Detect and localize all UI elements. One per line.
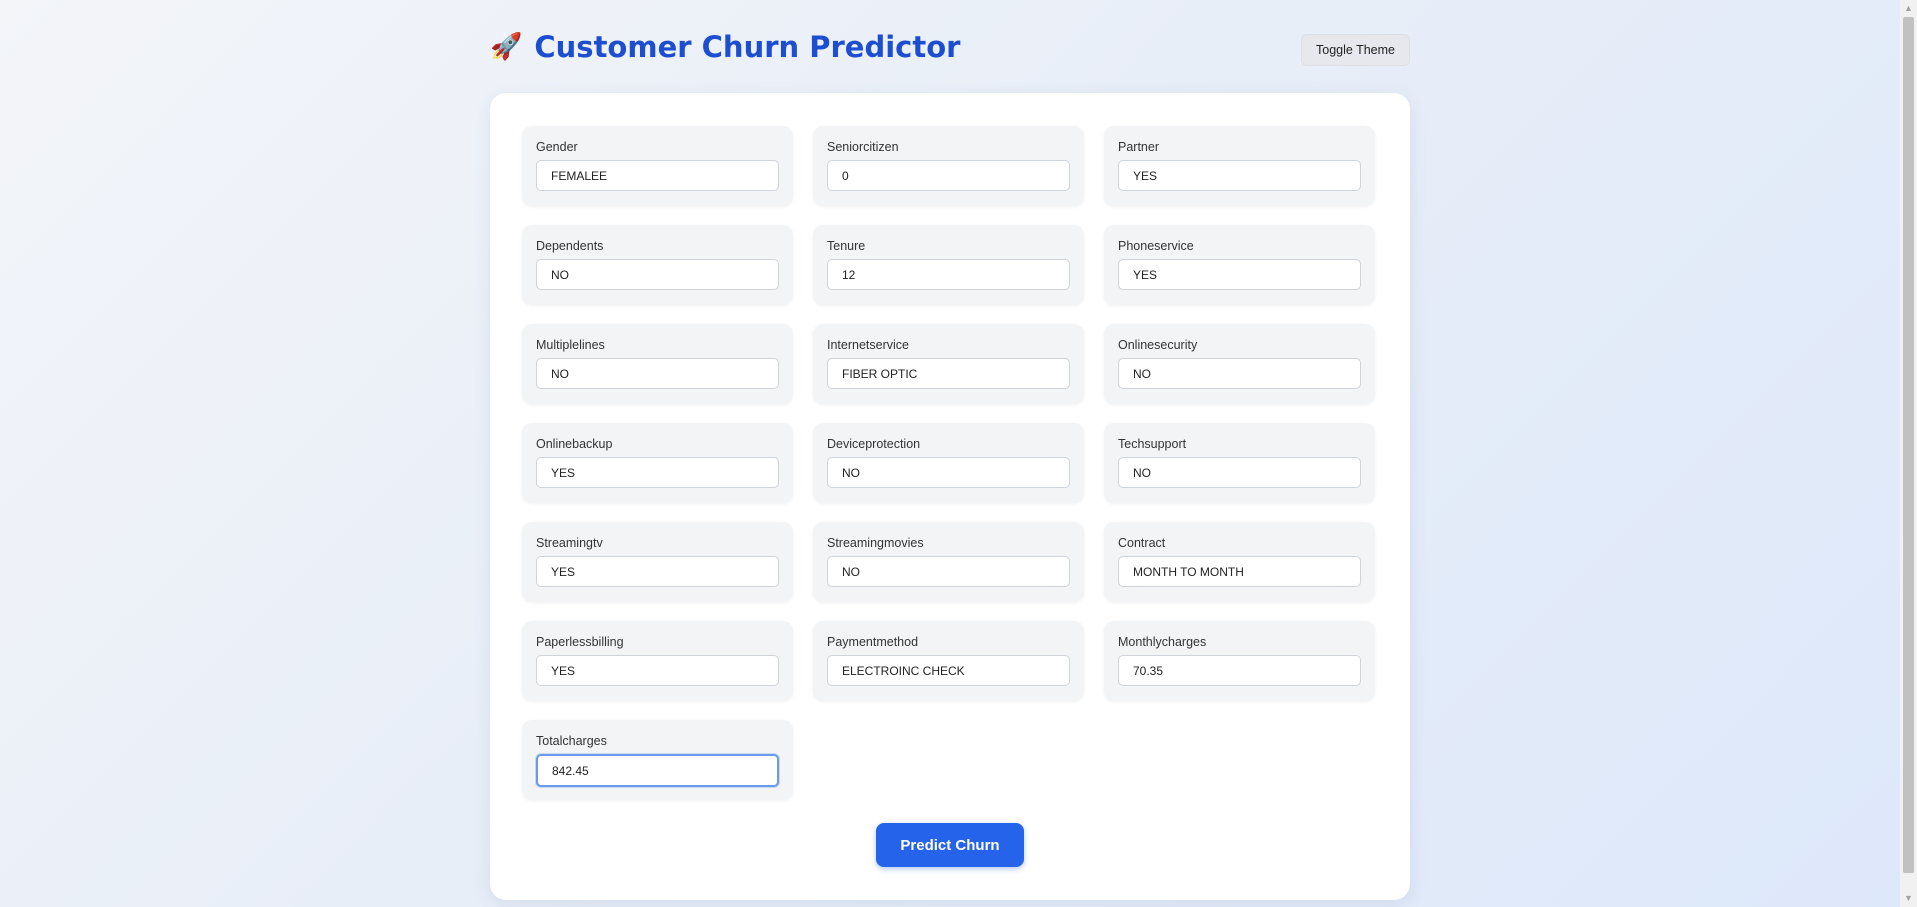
seniorcitizen-input[interactable]: [827, 160, 1070, 191]
field-label: Paperlessbilling: [536, 635, 624, 649]
predict-churn-button[interactable]: Predict Churn: [876, 823, 1024, 867]
onlinesecurity-input[interactable]: [1118, 358, 1361, 389]
field-streamingtv: Streamingtv: [522, 522, 793, 602]
field-label: Onlinebackup: [536, 437, 613, 451]
streamingtv-input[interactable]: [536, 556, 779, 587]
vertical-scrollbar[interactable]: ▲ ▼: [1900, 0, 1917, 907]
field-monthlycharges: Monthlycharges: [1104, 621, 1375, 701]
page-title: 🚀 Customer Churn Predictor: [490, 30, 960, 64]
internetservice-input[interactable]: [827, 358, 1070, 389]
field-totalcharges: Totalcharges: [522, 720, 793, 800]
form-card: Gender Seniorcitizen Partner Dependents …: [490, 93, 1410, 900]
field-label: Dependents: [536, 239, 604, 253]
field-dependents: Dependents: [522, 225, 793, 305]
field-label: Totalcharges: [536, 734, 607, 748]
multiplelines-input[interactable]: [536, 358, 779, 389]
partner-input[interactable]: [1118, 160, 1361, 191]
field-deviceprotection: Deviceprotection: [813, 423, 1084, 503]
dependents-input[interactable]: [536, 259, 779, 290]
tenure-input[interactable]: [827, 259, 1070, 290]
field-seniorcitizen: Seniorcitizen: [813, 126, 1084, 206]
field-multiplelines: Multiplelines: [522, 324, 793, 404]
scroll-down-arrow-icon[interactable]: ▼: [1900, 890, 1917, 907]
field-contract: Contract: [1104, 522, 1375, 602]
contract-input[interactable]: [1118, 556, 1361, 587]
scroll-up-arrow-icon[interactable]: ▲: [1900, 0, 1917, 17]
field-label: Seniorcitizen: [827, 140, 899, 154]
field-label: Deviceprotection: [827, 437, 921, 451]
field-partner: Partner: [1104, 126, 1375, 206]
form-grid: Gender Seniorcitizen Partner Dependents …: [522, 126, 1377, 800]
field-label: Internetservice: [827, 338, 909, 352]
monthlycharges-input[interactable]: [1118, 655, 1361, 686]
techsupport-input[interactable]: [1118, 457, 1361, 488]
field-gender: Gender: [522, 126, 793, 206]
field-label: Techsupport: [1118, 437, 1187, 451]
field-phoneservice: Phoneservice: [1104, 225, 1375, 305]
field-label: Paymentmethod: [827, 635, 919, 649]
field-onlinesecurity: Onlinesecurity: [1104, 324, 1375, 404]
gender-input[interactable]: [536, 160, 779, 191]
predict-wrapper: Predict Churn: [490, 823, 1410, 867]
onlinebackup-input[interactable]: [536, 457, 779, 488]
scrollbar-thumb[interactable]: [1903, 17, 1914, 873]
field-label: Multiplelines: [536, 338, 605, 352]
toggle-theme-button[interactable]: Toggle Theme: [1301, 34, 1410, 66]
paymentmethod-input[interactable]: [827, 655, 1070, 686]
page-title-text: Customer Churn Predictor: [534, 30, 961, 64]
field-label: Partner: [1118, 140, 1159, 154]
field-onlinebackup: Onlinebackup: [522, 423, 793, 503]
field-techsupport: Techsupport: [1104, 423, 1375, 503]
rocket-icon: 🚀: [490, 32, 523, 62]
field-label: Monthlycharges: [1118, 635, 1207, 649]
field-label: Tenure: [827, 239, 866, 253]
field-label: Streamingtv: [536, 536, 603, 550]
field-label: Streamingmovies: [827, 536, 924, 550]
deviceprotection-input[interactable]: [827, 457, 1070, 488]
field-label: Contract: [1118, 536, 1166, 550]
paperlessbilling-input[interactable]: [536, 655, 779, 686]
field-paymentmethod: Paymentmethod: [813, 621, 1084, 701]
field-tenure: Tenure: [813, 225, 1084, 305]
streamingmovies-input[interactable]: [827, 556, 1070, 587]
field-paperlessbilling: Paperlessbilling: [522, 621, 793, 701]
field-label: Onlinesecurity: [1118, 338, 1198, 352]
field-internetservice: Internetservice: [813, 324, 1084, 404]
field-streamingmovies: Streamingmovies: [813, 522, 1084, 602]
field-label: Phoneservice: [1118, 239, 1194, 253]
field-label: Gender: [536, 140, 578, 154]
header: 🚀 Customer Churn Predictor Toggle Theme: [490, 30, 1410, 72]
phoneservice-input[interactable]: [1118, 259, 1361, 290]
totalcharges-input[interactable]: [536, 754, 779, 787]
